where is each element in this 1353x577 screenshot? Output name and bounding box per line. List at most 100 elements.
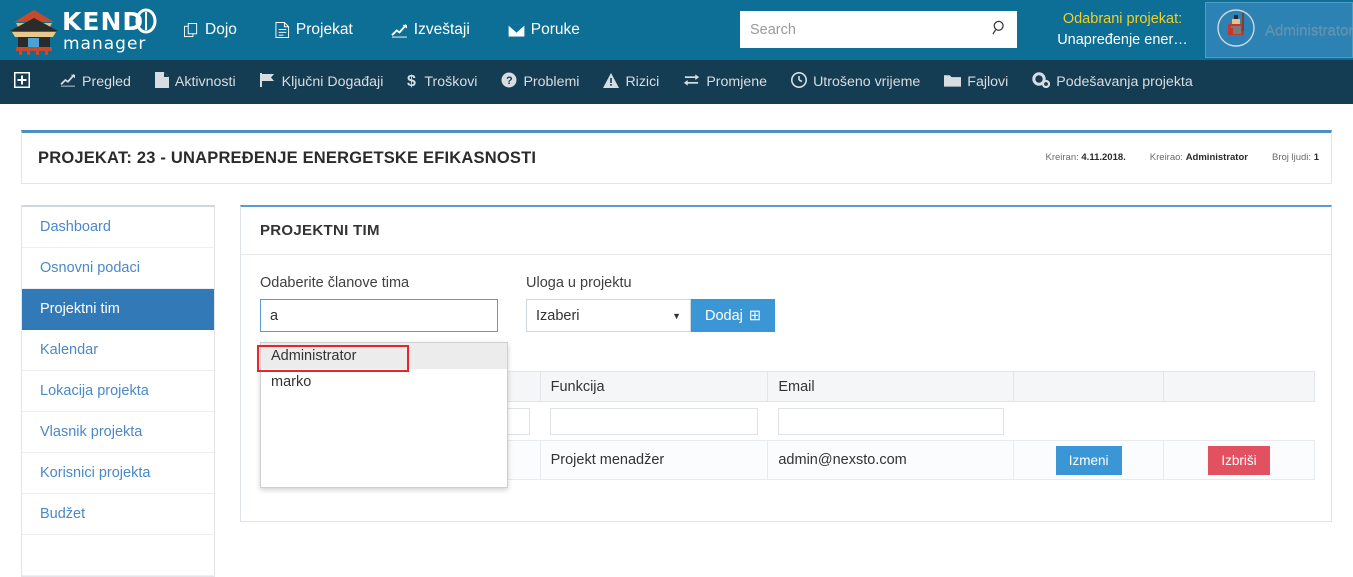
autocomplete-option-marko[interactable]: marko	[261, 369, 507, 395]
nav-label-izvestaji: Izveštaji	[413, 21, 470, 38]
created-label: Kreiran:	[1045, 152, 1079, 163]
user-name: Administrator	[1265, 21, 1353, 39]
member-field-label: Odaberite članove tima	[260, 275, 410, 291]
role-select-value: Izaberi	[536, 307, 580, 324]
filter-cell-funkcija	[540, 401, 768, 441]
subnav-item-rizici[interactable]: Rizici	[591, 60, 671, 104]
kendo-manager-logo-icon: KEND manager	[10, 7, 157, 55]
sidebar-label-kalendar: Kalendar	[40, 342, 99, 358]
sidebar-item-partial[interactable]	[22, 535, 214, 576]
sidebar-item-vlasnik-projekta[interactable]: Vlasnik projekta	[22, 412, 214, 453]
panel-title: PROJEKTNI TIM	[260, 222, 380, 239]
chevron-down-icon: ▼	[672, 310, 681, 321]
envelope-icon	[507, 23, 525, 37]
creator-value: Administrator	[1185, 152, 1248, 163]
nav-item-izvestaji[interactable]: Izveštaji	[372, 0, 489, 60]
projektni-tim-panel: PROJEKTNI TIM Odaberite članove tima Ulo…	[240, 205, 1332, 522]
nav-item-dojo[interactable]: Dojo	[165, 0, 256, 60]
top-header: KEND manager Dojo Projekat Izveštaji Por…	[0, 0, 1353, 60]
people-label: Broj ljudi:	[1271, 152, 1312, 163]
sidebar-label-budzet: Budžet	[40, 506, 86, 522]
table-header-funkcija: Funkcija	[539, 371, 769, 402]
autocomplete-option-administrator[interactable]: Administrator	[261, 343, 507, 369]
sidebar-item-budzet[interactable]: Budžet	[22, 494, 214, 535]
gears-icon	[1032, 72, 1051, 92]
sidebar-item-dashboard[interactable]: Dashboard	[22, 207, 214, 248]
subnav-label-promjene: Promjene	[706, 74, 768, 90]
subnav-item-troskovi[interactable]: $ Troškovi	[395, 60, 489, 104]
clock-icon	[791, 72, 808, 92]
subnav-item-podesavanja-projekta[interactable]: Podešavanja projekta	[1020, 60, 1204, 104]
sidebar-item-kalendar[interactable]: Kalendar	[22, 330, 214, 371]
exchange-icon	[683, 73, 700, 91]
delete-button[interactable]: Izbriši	[1208, 445, 1270, 475]
project-meta-created: Kreiran: 4.11.2018.	[1045, 152, 1125, 163]
subnav-item-fajlovi[interactable]: Fajlovi	[932, 60, 1020, 104]
subnav-label-kljucni-dogadjaji: Ključni Događaji	[281, 74, 384, 90]
chart-line-icon	[60, 73, 76, 91]
member-search-input[interactable]	[260, 299, 498, 332]
role-select[interactable]: Izaberi ▼	[526, 299, 691, 332]
subnav-label-aktivnosti: Aktivnosti	[174, 74, 236, 90]
table-header-email: Email	[767, 371, 1015, 402]
warning-triangle-icon	[603, 72, 620, 92]
sidebar-item-osnovni-podaci[interactable]: Osnovni podaci	[22, 248, 214, 289]
cell-delete: Izbriši	[1163, 440, 1315, 480]
creator-label: Kreirao:	[1149, 152, 1184, 163]
question-circle-icon: ?	[501, 72, 517, 92]
subnav-item-kljucni-dogadjaji[interactable]: Ključni Događaji	[248, 60, 396, 104]
nav-label-dojo: Dojo	[205, 21, 237, 38]
panel-header: PROJEKTNI TIM	[241, 207, 1331, 255]
project-sidebar: Dashboard Osnovni podaci Projektni tim K…	[21, 205, 215, 577]
nav-item-poruke[interactable]: Poruke	[489, 0, 599, 60]
sidebar-item-korisnici-projekta[interactable]: Korisnici projekta	[22, 453, 214, 494]
selected-project[interactable]: Odabrani projekat: Unapređenje ener…	[1040, 9, 1205, 51]
subnav-label-rizici: Rizici	[625, 74, 660, 90]
subnav-item-problemi[interactable]: ? Problemi	[489, 60, 591, 104]
subnav-label-podesavanja-projekta: Podešavanja projekta	[1056, 74, 1193, 90]
copy-icon	[184, 22, 199, 38]
selected-project-label: Odabrani projekat:	[1062, 11, 1183, 27]
edit-button[interactable]: Izmeni	[1055, 445, 1122, 475]
svg-text:KEND: KEND	[62, 7, 144, 36]
sidebar-item-projektni-tim[interactable]: Projektni tim	[22, 289, 214, 330]
sidebar-label-projektni-tim: Projektni tim	[40, 301, 120, 317]
subnav-label-problemi: Problemi	[523, 74, 580, 90]
app-logo[interactable]: KEND manager	[0, 0, 165, 60]
role-field-group: Uloga u projektu Izaberi ▼ Dodaj ⊞	[526, 275, 776, 332]
member-field-group: Odaberite članove tima	[260, 275, 498, 332]
user-menu[interactable]: Administrator	[1205, 2, 1353, 58]
svg-text:$: $	[407, 73, 416, 88]
autocomplete-label-administrator: Administrator	[271, 348, 357, 364]
folder-icon	[944, 73, 962, 91]
page-title: PROJEKAT: 23 - UNAPREĐENJE ENERGETSKE EF…	[38, 148, 537, 167]
nav-item-projekat[interactable]: Projekat	[256, 0, 372, 60]
filter-input-email[interactable]	[777, 407, 1004, 435]
sidebar-item-lokacija-projekta[interactable]: Lokacija projekta	[22, 371, 214, 412]
project-meta: Kreiran: 4.11.2018. Kreirao: Administrat…	[1045, 152, 1319, 163]
filter-input-funkcija[interactable]	[550, 407, 758, 435]
subnav-item-utroseno-vrijeme[interactable]: Utrošeno vrijeme	[779, 60, 932, 104]
search-button[interactable]	[984, 12, 1016, 47]
sidebar-label-korisnici-projekta: Korisnici projekta	[40, 465, 151, 481]
plus-square-icon	[14, 72, 30, 92]
subnav-item-pregled[interactable]: Pregled	[48, 60, 143, 104]
member-autocomplete-dropdown[interactable]: Administrator marko	[260, 342, 508, 488]
add-member-button[interactable]: Dodaj ⊞	[691, 299, 776, 332]
filter-cell-blank-1	[1013, 401, 1164, 441]
avatar	[1216, 8, 1256, 53]
search-input[interactable]	[741, 12, 984, 47]
sidebar-label-vlasnik-projekta: Vlasnik projekta	[40, 424, 143, 440]
table-header-delete	[1163, 371, 1315, 402]
search-box[interactable]	[740, 11, 1017, 48]
subnav-item-promjene[interactable]: Promjene	[671, 60, 779, 104]
people-value: 1	[1313, 152, 1319, 163]
selected-project-value: Unapređenje ener…	[1057, 32, 1188, 48]
subnav-item-aktivnosti[interactable]: Aktivnosti	[143, 60, 248, 104]
svg-text:?: ?	[506, 75, 513, 87]
subnav-label-utroseno-vrijeme: Utrošeno vrijeme	[813, 74, 921, 90]
nav-label-poruke: Poruke	[530, 21, 580, 38]
flag-icon	[259, 72, 276, 92]
role-field-label: Uloga u projektu	[526, 275, 632, 291]
subnav-item-add[interactable]	[0, 60, 48, 104]
